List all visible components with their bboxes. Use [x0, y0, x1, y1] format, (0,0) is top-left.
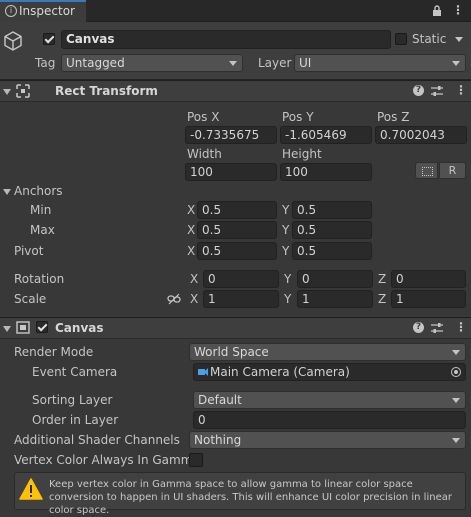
width-label: Width: [187, 147, 222, 161]
canvas-title: Canvas: [55, 321, 104, 335]
rotation-z-field[interactable]: 0: [391, 270, 466, 288]
event-camera-field[interactable]: Main Camera (Camera): [193, 363, 466, 381]
scale-y-field[interactable]: 1: [297, 290, 373, 308]
render-mode-dropdown[interactable]: World Space: [189, 343, 466, 361]
shader-channels-value: Nothing: [194, 433, 242, 447]
more-vertical-icon[interactable]: ⋮: [452, 4, 464, 16]
pivot-x-axis-label: X: [187, 244, 196, 258]
canvas-help-icon[interactable]: ?: [413, 322, 424, 333]
context-menu-icon[interactable]: ⋮: [455, 84, 467, 96]
pos-x-field[interactable]: -0.7335675: [185, 126, 277, 144]
max-y-axis-label: Y: [282, 223, 290, 237]
lock-icon[interactable]: [432, 5, 442, 17]
layer-label: Layer: [258, 56, 292, 70]
static-dropdown[interactable]: [452, 31, 466, 49]
max-x-axis-label: X: [187, 223, 196, 237]
scale-z-axis-label: Z: [378, 292, 387, 306]
pos-z-field[interactable]: 0.7002043: [375, 126, 467, 144]
layer-value: UI: [299, 56, 312, 70]
shader-channels-label: Additional Shader Channels: [14, 433, 180, 447]
pivot-y-field[interactable]: 0.5: [292, 242, 372, 260]
width-field[interactable]: 100: [185, 163, 277, 181]
render-mode-value: World Space: [194, 345, 269, 359]
scale-z-field[interactable]: 1: [391, 290, 466, 308]
max-x-field[interactable]: 0.5: [197, 221, 277, 239]
sorting-layer-dropdown[interactable]: Default: [193, 391, 466, 409]
pos-z-label: Pos Z: [377, 110, 410, 124]
pivot-label: Pivot: [14, 244, 44, 258]
pivot-x-field[interactable]: 0.5: [197, 242, 277, 260]
order-in-layer-label: Order in Layer: [32, 413, 119, 427]
vertex-color-gamma-label: Vertex Color Always In Gamma: [14, 453, 200, 467]
static-checkbox[interactable]: [395, 33, 407, 45]
static-label: Static: [412, 32, 447, 46]
blueprint-mode-button[interactable]: [415, 162, 438, 179]
pivot-y-axis-label: Y: [282, 244, 290, 258]
active-checkbox[interactable]: [43, 33, 55, 45]
anchors-label[interactable]: Anchors: [14, 184, 63, 198]
rotation-label: Rotation: [14, 272, 65, 286]
scale-y-axis-label: Y: [284, 292, 292, 306]
rot-z-axis-label: Z: [378, 272, 387, 286]
shader-channels-dropdown[interactable]: Nothing: [189, 431, 466, 449]
max-y-field[interactable]: 0.5: [292, 221, 372, 239]
height-label: Height: [282, 147, 322, 161]
max-label: Max: [30, 223, 55, 237]
min-label: Min: [30, 203, 52, 217]
help-icon[interactable]: ?: [413, 85, 424, 96]
rotation-y-field[interactable]: 0: [297, 270, 373, 288]
pos-y-label: Pos Y: [282, 110, 314, 124]
pos-x-label: Pos X: [187, 110, 220, 124]
render-mode-label: Render Mode: [14, 345, 94, 359]
rect-transform-title: Rect Transform: [55, 84, 158, 98]
min-y-axis-label: Y: [282, 203, 290, 217]
canvas-component-icon: [16, 321, 30, 334]
min-x-axis-label: X: [187, 203, 196, 217]
event-camera-value: Main Camera (Camera): [210, 365, 350, 379]
gameobject-cube-icon: [4, 31, 22, 51]
warning-helpbox: Keep vertex color in Gamma space to allo…: [14, 472, 466, 516]
presets-icon[interactable]: [431, 85, 443, 97]
sorting-layer-label: Sorting Layer: [32, 393, 113, 407]
raw-edit-button[interactable]: R: [439, 162, 466, 179]
sorting-layer-value: Default: [198, 393, 242, 407]
vertex-color-gamma-checkbox[interactable]: [189, 453, 203, 467]
rot-x-axis-label: X: [190, 272, 199, 286]
canvas-collapse-arrow-icon[interactable]: [3, 326, 11, 332]
canvas-enabled-checkbox[interactable]: [36, 321, 48, 333]
tag-dropdown[interactable]: Untagged: [61, 54, 243, 72]
scale-label: Scale: [14, 292, 47, 306]
tab-label: Inspector: [19, 4, 75, 18]
layer-dropdown[interactable]: UI: [294, 54, 466, 72]
link-icon[interactable]: [167, 293, 181, 305]
rect-transform-icon: [16, 84, 30, 98]
anchors-foldout-icon[interactable]: [3, 189, 11, 195]
event-camera-label: Event Camera: [32, 365, 118, 379]
info-icon: i: [5, 5, 17, 17]
collapse-arrow-icon[interactable]: [3, 89, 11, 95]
tag-label: Tag: [35, 56, 56, 70]
order-in-layer-field[interactable]: 0: [193, 411, 466, 429]
min-x-field[interactable]: 0.5: [197, 201, 277, 219]
canvas-context-menu-icon[interactable]: ⋮: [455, 321, 467, 333]
rotation-x-field[interactable]: 0: [203, 270, 279, 288]
scale-x-field[interactable]: 1: [203, 290, 279, 308]
dotted-rect-icon: [422, 167, 433, 176]
warning-icon: [19, 478, 43, 500]
object-name-field[interactable]: Canvas: [61, 30, 391, 49]
warning-text: Keep vertex color in Gamma space to allo…: [49, 479, 452, 516]
scale-x-axis-label: X: [190, 292, 199, 306]
object-picker-icon[interactable]: [451, 367, 461, 377]
pos-y-field[interactable]: -1.605469: [280, 126, 372, 144]
min-y-field[interactable]: 0.5: [292, 201, 372, 219]
canvas-presets-icon[interactable]: [431, 322, 443, 334]
tab-inspector[interactable]: i Inspector: [0, 0, 86, 22]
camera-lens-icon: [204, 368, 208, 376]
rot-y-axis-label: Y: [284, 272, 292, 286]
height-field[interactable]: 100: [280, 163, 372, 181]
tag-value: Untagged: [66, 56, 125, 70]
